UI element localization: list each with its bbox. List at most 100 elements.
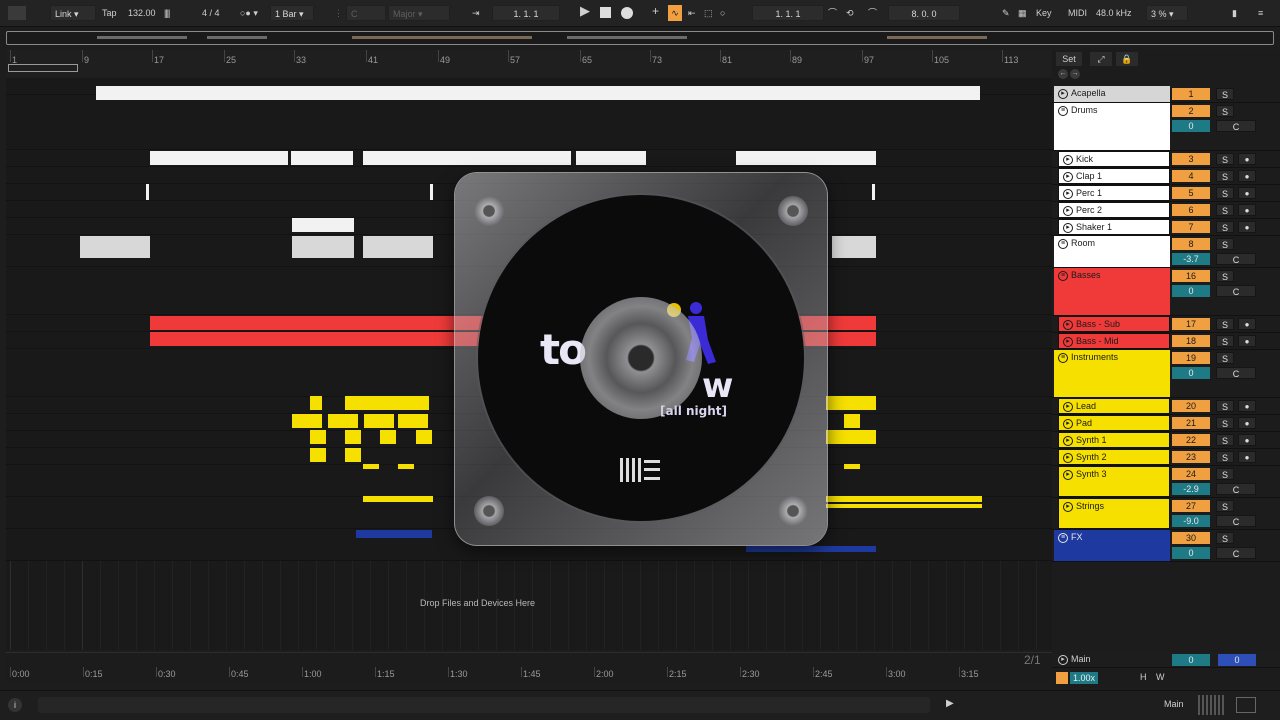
play-track-icon[interactable]: ▸	[1063, 336, 1073, 347]
clip[interactable]	[356, 530, 432, 538]
track-name-cell[interactable]: ≡ Instruments	[1054, 350, 1170, 397]
computer-keyboard-icon[interactable]: ▦	[1018, 5, 1027, 21]
clip[interactable]	[826, 396, 876, 410]
record-arm-icon[interactable]: ●	[1238, 187, 1256, 199]
back-to-arrangement-icon[interactable]: ⇤	[688, 5, 696, 21]
record-arm-icon[interactable]: ●	[1238, 451, 1256, 463]
track-number[interactable]: 7	[1172, 221, 1210, 233]
play-track-icon[interactable]: ▸	[1063, 319, 1073, 330]
group-track-icon[interactable]: ≡	[1058, 105, 1068, 116]
track-name-cell[interactable]: ▸ Bass - Mid	[1058, 333, 1170, 349]
group-track-icon[interactable]: ≡	[1058, 352, 1068, 363]
track-name-cell[interactable]: ▸ Synth 3	[1058, 466, 1170, 497]
track-number[interactable]: 24	[1172, 468, 1210, 480]
track-number[interactable]: 30	[1172, 532, 1210, 544]
track-header[interactable]: ▸ Synth 1 22 S ●	[1052, 432, 1280, 449]
record-icon[interactable]	[621, 7, 633, 19]
play-track-icon[interactable]: ▸	[1063, 154, 1073, 165]
play-track-icon[interactable]: ▸	[1063, 501, 1073, 512]
h-button[interactable]: H	[1140, 672, 1147, 682]
track-number[interactable]: 21	[1172, 417, 1210, 429]
clip[interactable]	[746, 546, 876, 552]
solo-button[interactable]: S	[1216, 532, 1234, 544]
record-arm-icon[interactable]: ●	[1238, 400, 1256, 412]
zoom-icon[interactable]	[1056, 672, 1068, 684]
track-number[interactable]: 20	[1172, 400, 1210, 412]
pan-center-button[interactable]: C	[1216, 285, 1256, 297]
track-header[interactable]: ▸ Perc 1 5 S ●	[1052, 185, 1280, 202]
play-icon[interactable]: ▶	[580, 3, 590, 19]
clip[interactable]	[844, 464, 860, 469]
clip[interactable]	[328, 414, 358, 428]
group-track-icon[interactable]: ≡	[1058, 238, 1068, 249]
clip[interactable]	[363, 496, 433, 502]
arrangement-overview[interactable]	[6, 31, 1274, 45]
track-name-cell[interactable]: ▸ Perc 2	[1058, 202, 1170, 218]
expand-icon[interactable]: ⤢	[1090, 52, 1112, 66]
track-name-cell[interactable]: ≡ Room	[1054, 236, 1170, 267]
track-number[interactable]: 3	[1172, 153, 1210, 165]
track-header[interactable]: ▸ Shaker 1 7 S ●	[1052, 219, 1280, 236]
record-arm-icon[interactable]: ●	[1238, 204, 1256, 216]
key-select[interactable]: C	[346, 5, 386, 21]
solo-button[interactable]: S	[1216, 187, 1234, 199]
track-number[interactable]: 5	[1172, 187, 1210, 199]
play-track-icon[interactable]: ▸	[1063, 469, 1073, 480]
loop-icon[interactable]: ⬚	[704, 5, 713, 21]
track-header[interactable]: ▸ Pad 21 S ●	[1052, 415, 1280, 432]
metronome-icon[interactable]: ||||	[164, 5, 170, 21]
group-track-icon[interactable]: ≡	[1058, 532, 1068, 543]
clip[interactable]	[345, 448, 361, 462]
add-icon[interactable]: +	[652, 3, 659, 19]
clip[interactable]	[363, 151, 571, 165]
track-name-cell[interactable]: ▸ Clap 1	[1058, 168, 1170, 184]
grid-icon[interactable]	[1236, 697, 1256, 713]
solo-button[interactable]: S	[1216, 468, 1234, 480]
track-name-cell[interactable]: ▸ Bass - Sub	[1058, 316, 1170, 332]
bar-ruler[interactable]: 1 9 17 25 33 41 49 57 65 73 81 89 97 105 113	[6, 50, 1052, 78]
track-name-cell[interactable]: ▸ Synth 1	[1058, 432, 1170, 448]
track-name-cell[interactable]: ▸ Acapella	[1054, 86, 1170, 102]
track-header[interactable]: ▸ Synth 3 24 S -2.9 C	[1052, 466, 1280, 498]
track-number[interactable]: 27	[1172, 500, 1210, 512]
menu-icon[interactable]: ≡	[1258, 5, 1263, 21]
clip[interactable]	[292, 236, 354, 258]
solo-button[interactable]: S	[1216, 153, 1234, 165]
track-number[interactable]: 23	[1172, 451, 1210, 463]
track-header[interactable]: ≡ FX 30 S 0 C	[1052, 530, 1280, 562]
track-name-cell[interactable]: ▸ Perc 1	[1058, 185, 1170, 201]
quantize-menu[interactable]: 1 Bar ▾	[270, 5, 314, 21]
loop-brace[interactable]	[8, 64, 78, 72]
play-track-icon[interactable]: ▸	[1063, 222, 1073, 233]
track-header[interactable]: ▸ Acapella 1 S	[1052, 86, 1280, 103]
pan-center-button[interactable]: C	[1216, 253, 1256, 265]
clip[interactable]	[826, 496, 982, 502]
time-ruler[interactable]: 2/1 0:00 0:15 0:30 0:45 1:00 1:15 1:30 1:45 2:00…	[6, 652, 1052, 682]
track-number[interactable]: 6	[1172, 204, 1210, 216]
record-arm-icon[interactable]: ●	[1238, 318, 1256, 330]
track-number[interactable]: 8	[1172, 238, 1210, 250]
record-arm-icon[interactable]: ●	[1238, 221, 1256, 233]
info-icon[interactable]: i	[8, 698, 22, 712]
solo-button[interactable]: S	[1216, 400, 1234, 412]
time-signature-field[interactable]: 4 / 4	[202, 5, 220, 21]
follow-icon[interactable]: ⇥	[472, 5, 480, 21]
solo-button[interactable]: S	[1216, 434, 1234, 446]
play-track-icon[interactable]: ▸	[1058, 88, 1068, 99]
main-track-header[interactable]: ▸ Main 0 0	[1052, 652, 1280, 668]
track-number[interactable]: 18	[1172, 335, 1210, 347]
clip[interactable]	[576, 151, 646, 165]
record-arm-icon[interactable]: ●	[1238, 434, 1256, 446]
track-number[interactable]: 22	[1172, 434, 1210, 446]
play-track-icon[interactable]: ▸	[1063, 435, 1073, 446]
play-track-icon[interactable]: ▸	[1063, 401, 1073, 412]
loop-start-field[interactable]: 1. 1. 1	[752, 5, 824, 21]
track-header[interactable]: ≡ Drums 2 S 0 C	[1052, 103, 1280, 151]
clip[interactable]	[291, 151, 353, 165]
record-arm-icon[interactable]: ●	[1238, 335, 1256, 347]
play-track-icon[interactable]: ▸	[1058, 654, 1068, 665]
track-header[interactable]: ▸ Bass - Mid 18 S ●	[1052, 333, 1280, 350]
track-volume[interactable]: 0	[1172, 285, 1210, 297]
solo-button[interactable]: S	[1216, 451, 1234, 463]
loop-switch-icon[interactable]: ⟲	[846, 5, 854, 21]
